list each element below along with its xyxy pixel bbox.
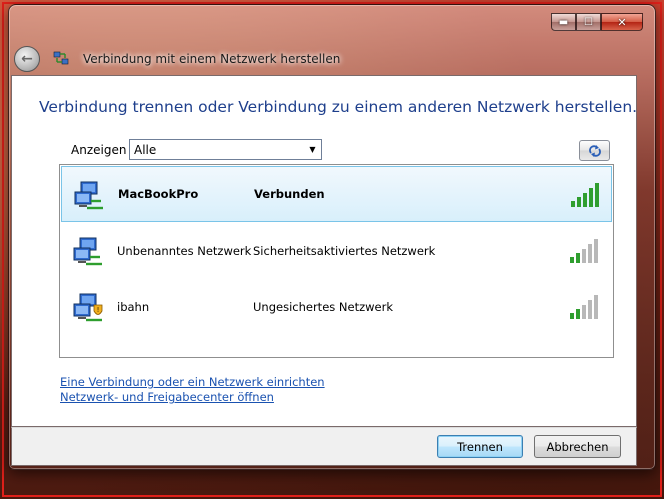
network-icon bbox=[73, 237, 102, 266]
network-center-link[interactable]: Netzwerk- und Freigabecenter öffnen bbox=[60, 390, 274, 404]
back-button[interactable]: ← bbox=[14, 46, 40, 72]
chevron-down-icon: ▼ bbox=[309, 145, 316, 154]
network-row-ibahn[interactable]: ! ibahn Ungesichertes Netzwerk bbox=[61, 279, 612, 335]
filter-dropdown[interactable]: Alle ▼ bbox=[129, 139, 322, 160]
network-row-macbookpro[interactable]: MacBookPro Verbunden bbox=[61, 166, 612, 222]
maximize-button[interactable]: ☐ bbox=[576, 13, 601, 31]
close-button[interactable]: ✕ bbox=[601, 13, 643, 31]
window-title: Verbindung mit einem Netzwerk herstellen bbox=[83, 52, 341, 66]
network-name: MacBookPro bbox=[118, 187, 199, 201]
network-status: Verbunden bbox=[254, 187, 325, 201]
signal-strength-icon bbox=[570, 295, 598, 319]
disconnect-button[interactable]: Trennen bbox=[437, 435, 523, 458]
network-status: Sicherheitsaktiviertes Netzwerk bbox=[253, 244, 436, 258]
filter-label: Anzeigen bbox=[71, 143, 127, 157]
refresh-button[interactable] bbox=[579, 140, 610, 161]
caption-buttons: ▬ ☐ ✕ bbox=[551, 13, 643, 31]
refresh-icon bbox=[588, 144, 601, 157]
setup-connection-link[interactable]: Eine Verbindung oder ein Netzwerk einric… bbox=[60, 375, 325, 389]
signal-strength-icon bbox=[571, 183, 599, 207]
back-arrow-icon: ← bbox=[21, 51, 33, 67]
signal-strength-icon bbox=[570, 239, 598, 263]
minimize-button[interactable]: ▬ bbox=[551, 13, 576, 31]
network-name: Unbenanntes Netzwerk bbox=[117, 244, 252, 258]
svg-text:!: ! bbox=[97, 306, 100, 314]
network-icon bbox=[74, 181, 103, 210]
filter-value: Alle bbox=[134, 142, 157, 157]
network-connect-icon bbox=[52, 50, 70, 68]
network-status: Ungesichertes Netzwerk bbox=[253, 300, 394, 314]
page-heading: Verbindung trennen oder Verbindung zu ei… bbox=[39, 98, 638, 116]
cancel-button[interactable]: Abbrechen bbox=[534, 435, 621, 458]
network-unsecured-icon: ! bbox=[73, 293, 103, 322]
navigation-bar: ← Verbindung mit einem Netzwerk herstell… bbox=[14, 44, 614, 74]
network-list: MacBookPro Verbunden Unbenanntes Netzwer… bbox=[59, 164, 614, 358]
network-row-unbenanntes[interactable]: Unbenanntes Netzwerk Sicherheitsaktivier… bbox=[61, 223, 612, 279]
network-name: ibahn bbox=[117, 300, 150, 314]
